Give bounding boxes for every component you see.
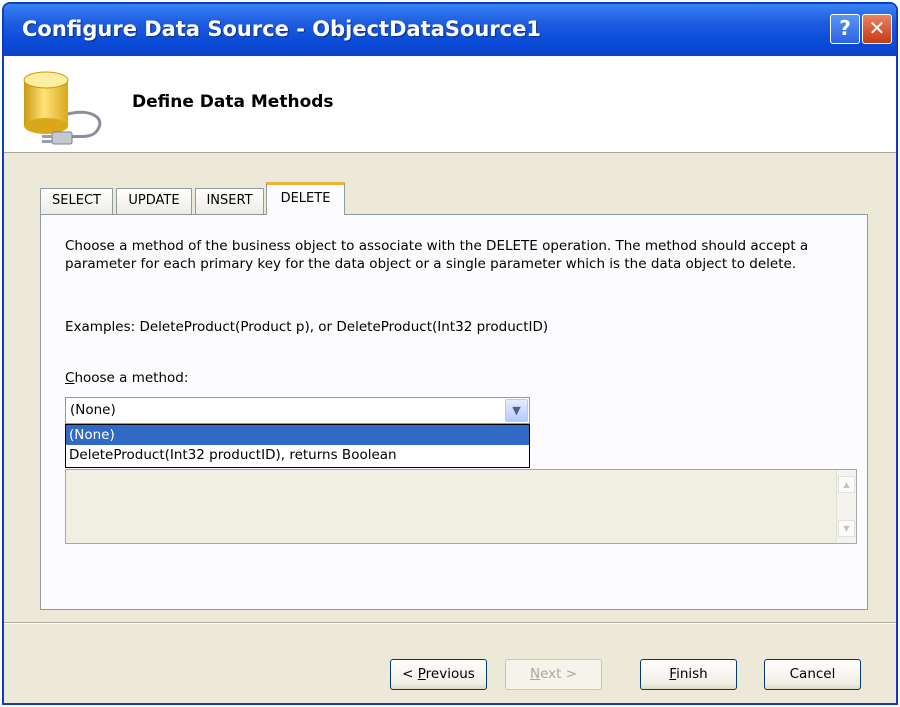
tab-delete[interactable]: DELETE xyxy=(266,182,345,215)
method-select[interactable]: (None) ▼ xyxy=(65,397,530,424)
signature-scrollbar[interactable]: ▲ ▼ xyxy=(836,470,856,543)
previous-mnemonic: P xyxy=(417,666,426,682)
tab-update[interactable]: UPDATE xyxy=(116,188,192,214)
title-bar[interactable]: Configure Data Source - ObjectDataSource… xyxy=(4,4,896,56)
window-title: Configure Data Source - ObjectDataSource… xyxy=(22,17,542,41)
next-button-label: ext > xyxy=(540,666,578,682)
close-button[interactable]: ✕ xyxy=(862,14,892,44)
chevron-down-icon[interactable]: ▼ xyxy=(505,399,528,422)
dropdown-option-none[interactable]: (None) xyxy=(66,425,529,445)
help-button[interactable]: ? xyxy=(830,14,860,44)
previous-button-label: revious xyxy=(425,666,475,682)
method-description: Choose a method of the business object t… xyxy=(65,238,809,272)
scroll-down-icon[interactable]: ▼ xyxy=(838,520,855,537)
choose-method-label-text: hoose a method: xyxy=(74,370,189,386)
choose-method-label: Choose a method: xyxy=(65,370,188,386)
database-icon xyxy=(20,68,120,152)
tab-panel-delete: Choose a method of the business object t… xyxy=(40,214,868,610)
page-title: Define Data Methods xyxy=(132,92,334,112)
cancel-button[interactable]: Cancel xyxy=(764,659,861,690)
tab-insert[interactable]: INSERT xyxy=(195,188,264,214)
next-mnemonic: N xyxy=(529,666,541,682)
configure-data-source-dialog: Configure Data Source - ObjectDataSource… xyxy=(2,2,898,705)
finish-button-label: inish xyxy=(676,666,708,682)
method-dropdown-list: (None) DeleteProduct(Int32 productID), r… xyxy=(65,424,530,468)
next-button[interactable]: Next > xyxy=(505,659,602,690)
method-signature-box: ▲ ▼ xyxy=(65,469,857,544)
previous-button[interactable]: < Previous xyxy=(390,659,487,690)
wizard-header: Define Data Methods xyxy=(4,56,896,153)
examples-text: Examples: DeleteProduct(Product p), or D… xyxy=(65,319,549,335)
tab-select[interactable]: SELECT xyxy=(40,188,113,214)
finish-button[interactable]: Finish xyxy=(640,659,737,690)
scroll-up-icon[interactable]: ▲ xyxy=(838,476,855,493)
method-select-value: (None) xyxy=(70,402,116,418)
previous-button-prefix: < xyxy=(402,666,418,682)
footer-separator xyxy=(4,622,896,624)
dropdown-option-deleteproduct[interactable]: DeleteProduct(Int32 productID), returns … xyxy=(66,445,529,465)
